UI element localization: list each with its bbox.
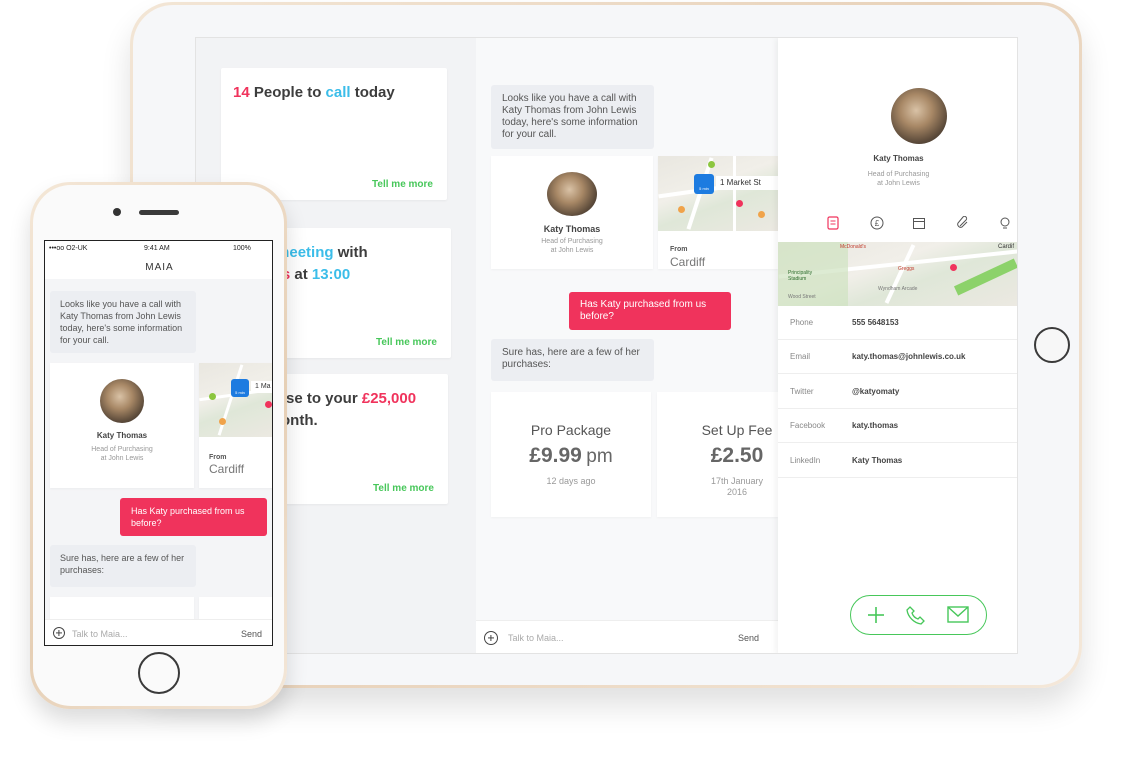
detail-row-linkedin[interactable]: LinkedIn Katy Thomas xyxy=(778,444,1017,478)
profile-avatar xyxy=(891,88,947,144)
user-message: Has Katy purchased from us before? xyxy=(569,292,731,330)
contact-name: Katy Thomas xyxy=(96,431,148,440)
user-message: Has Katy purchased from us before? xyxy=(120,498,267,536)
map-label: Wood Street xyxy=(788,294,816,300)
map-address: 1 Market St xyxy=(716,176,778,190)
map-label: Cardif xyxy=(998,244,1015,250)
device-showcase: 14 People to call today Tell me more e a… xyxy=(0,0,1133,762)
status-bar: •••oo O2-UK 9:41 AM 100% xyxy=(45,241,272,257)
from-label: From xyxy=(670,246,688,253)
purchase-card[interactable]: Pro Package £9.99 pm 12 days ago xyxy=(491,392,651,517)
contact-title-line2: at John Lewis xyxy=(550,247,594,254)
assistant-message: Sure has, here are a few of her purchase… xyxy=(491,339,654,381)
map-label: Greggs xyxy=(898,266,915,272)
from-value: Cardiff xyxy=(209,462,245,476)
assistant-message: Looks like you have a call with Katy Tho… xyxy=(491,85,654,149)
contact-actions xyxy=(850,595,987,635)
detail-row-email[interactable]: Email katy.thomas@johnlewis.co.uk xyxy=(778,340,1017,374)
contact-name: Katy Thomas xyxy=(543,224,601,234)
map[interactable]: 5 min 1 Ma xyxy=(199,363,272,437)
purchase-price: £9.99 pm xyxy=(529,444,613,467)
front-camera xyxy=(113,208,121,216)
profile-title-line2: at John Lewis xyxy=(877,180,920,187)
profile-panel: Katy Thomas Head of Purchasing at John L… xyxy=(778,38,1017,653)
plus-icon[interactable] xyxy=(867,606,885,629)
map-label: Principality Stadium xyxy=(788,270,813,282)
battery-level: 100% xyxy=(233,245,251,252)
calendar-icon[interactable] xyxy=(912,216,926,230)
pound-icon[interactable]: £ xyxy=(870,216,884,230)
detail-row-twitter[interactable]: Twitter @katyomaty xyxy=(778,375,1017,409)
avatar xyxy=(547,172,597,216)
carrier: •••oo O2-UK xyxy=(49,245,88,252)
detail-row-facebook[interactable]: Facebook katy.thomas xyxy=(778,409,1017,443)
contact-card[interactable]: Katy Thomas Head of Purchasing at John L… xyxy=(491,156,653,269)
tell-me-more-link[interactable]: Tell me more xyxy=(372,179,433,190)
send-button[interactable]: Send xyxy=(241,629,262,639)
iphone-home-button[interactable] xyxy=(138,652,180,694)
assistant-message: Sure has, here are a few of her purchase… xyxy=(50,545,196,587)
contact-card[interactable]: Katy Thomas Head of Purchasing at John L… xyxy=(50,363,194,488)
chat-input-bar: Talk to Maia... Send xyxy=(45,619,272,645)
assistant-message: Looks like you have a call with Katy Tho… xyxy=(50,291,196,353)
avatar xyxy=(100,379,144,423)
ipad-screen: 14 People to call today Tell me more e a… xyxy=(195,37,1018,654)
detail-row-phone[interactable]: Phone 555 5648153 xyxy=(778,306,1017,340)
iphone-screen: •••oo O2-UK 9:41 AM 100% MAIA Looks like… xyxy=(44,240,273,646)
location-card[interactable]: 5 min 1 Ma From Cardiff xyxy=(199,363,272,488)
message-input[interactable]: Talk to Maia... xyxy=(72,629,128,639)
profile-map[interactable]: McDonald's Greggs Principality Stadium W… xyxy=(778,242,1017,306)
purchase-name: Pro Package xyxy=(530,422,612,438)
message-input[interactable]: Talk to Maia... xyxy=(508,633,564,643)
calls-today-card[interactable]: 14 People to call today Tell me more xyxy=(221,68,447,200)
tell-me-more-link[interactable]: Tell me more xyxy=(376,337,437,348)
send-button[interactable]: Send xyxy=(738,633,759,643)
paperclip-icon[interactable] xyxy=(956,215,970,230)
chat-input-bar: Talk to Maia... Send xyxy=(476,620,778,653)
from-value: Cardiff xyxy=(670,255,706,269)
contact-card-icon[interactable] xyxy=(826,216,840,230)
contact-title-line1: Head of Purchasing xyxy=(91,446,153,453)
purchase-card[interactable] xyxy=(50,597,194,619)
speaker xyxy=(139,210,179,215)
add-attachment-icon[interactable] xyxy=(484,631,498,645)
profile-name: Katy Thomas xyxy=(873,154,924,163)
eta-badge: 5 min xyxy=(231,379,249,397)
add-attachment-icon[interactable] xyxy=(53,627,65,639)
location-card[interactable]: 5 min 1 Market St From Cardiff xyxy=(658,156,778,269)
map-label: McDonald's xyxy=(840,244,866,250)
map[interactable]: 5 min 1 Market St xyxy=(658,156,778,231)
purchase-card[interactable]: Set Up Fee £2.50 17th January 2016 xyxy=(657,392,778,517)
purchase-card[interactable] xyxy=(199,597,272,619)
profile-title-line1: Head of Purchasing xyxy=(867,171,930,178)
mail-icon[interactable] xyxy=(947,606,969,628)
map-address: 1 Ma xyxy=(251,381,272,393)
app-title: MAIA xyxy=(45,257,272,279)
purchase-date: 12 days ago xyxy=(546,476,596,486)
contact-title-line2: at John Lewis xyxy=(100,455,144,462)
eta-badge: 5 min xyxy=(694,174,714,194)
tell-me-more-link[interactable]: Tell me more xyxy=(373,483,434,494)
chat-column: Looks like you have a call with Katy Tho… xyxy=(476,38,778,653)
card-title: 14 People to call today xyxy=(233,84,395,101)
lightbulb-icon[interactable] xyxy=(998,216,1012,230)
map-label: Wyndham Arcade xyxy=(878,286,918,292)
phone-icon[interactable] xyxy=(906,605,926,630)
location-pin-icon xyxy=(950,264,957,271)
ipad-home-button[interactable] xyxy=(1034,327,1070,363)
clock: 9:41 AM xyxy=(144,245,170,252)
profile-tabs: £ xyxy=(778,215,1017,232)
contact-title-line1: Head of Purchasing xyxy=(541,238,603,245)
svg-text:£: £ xyxy=(875,219,880,228)
from-label: From xyxy=(209,454,227,461)
